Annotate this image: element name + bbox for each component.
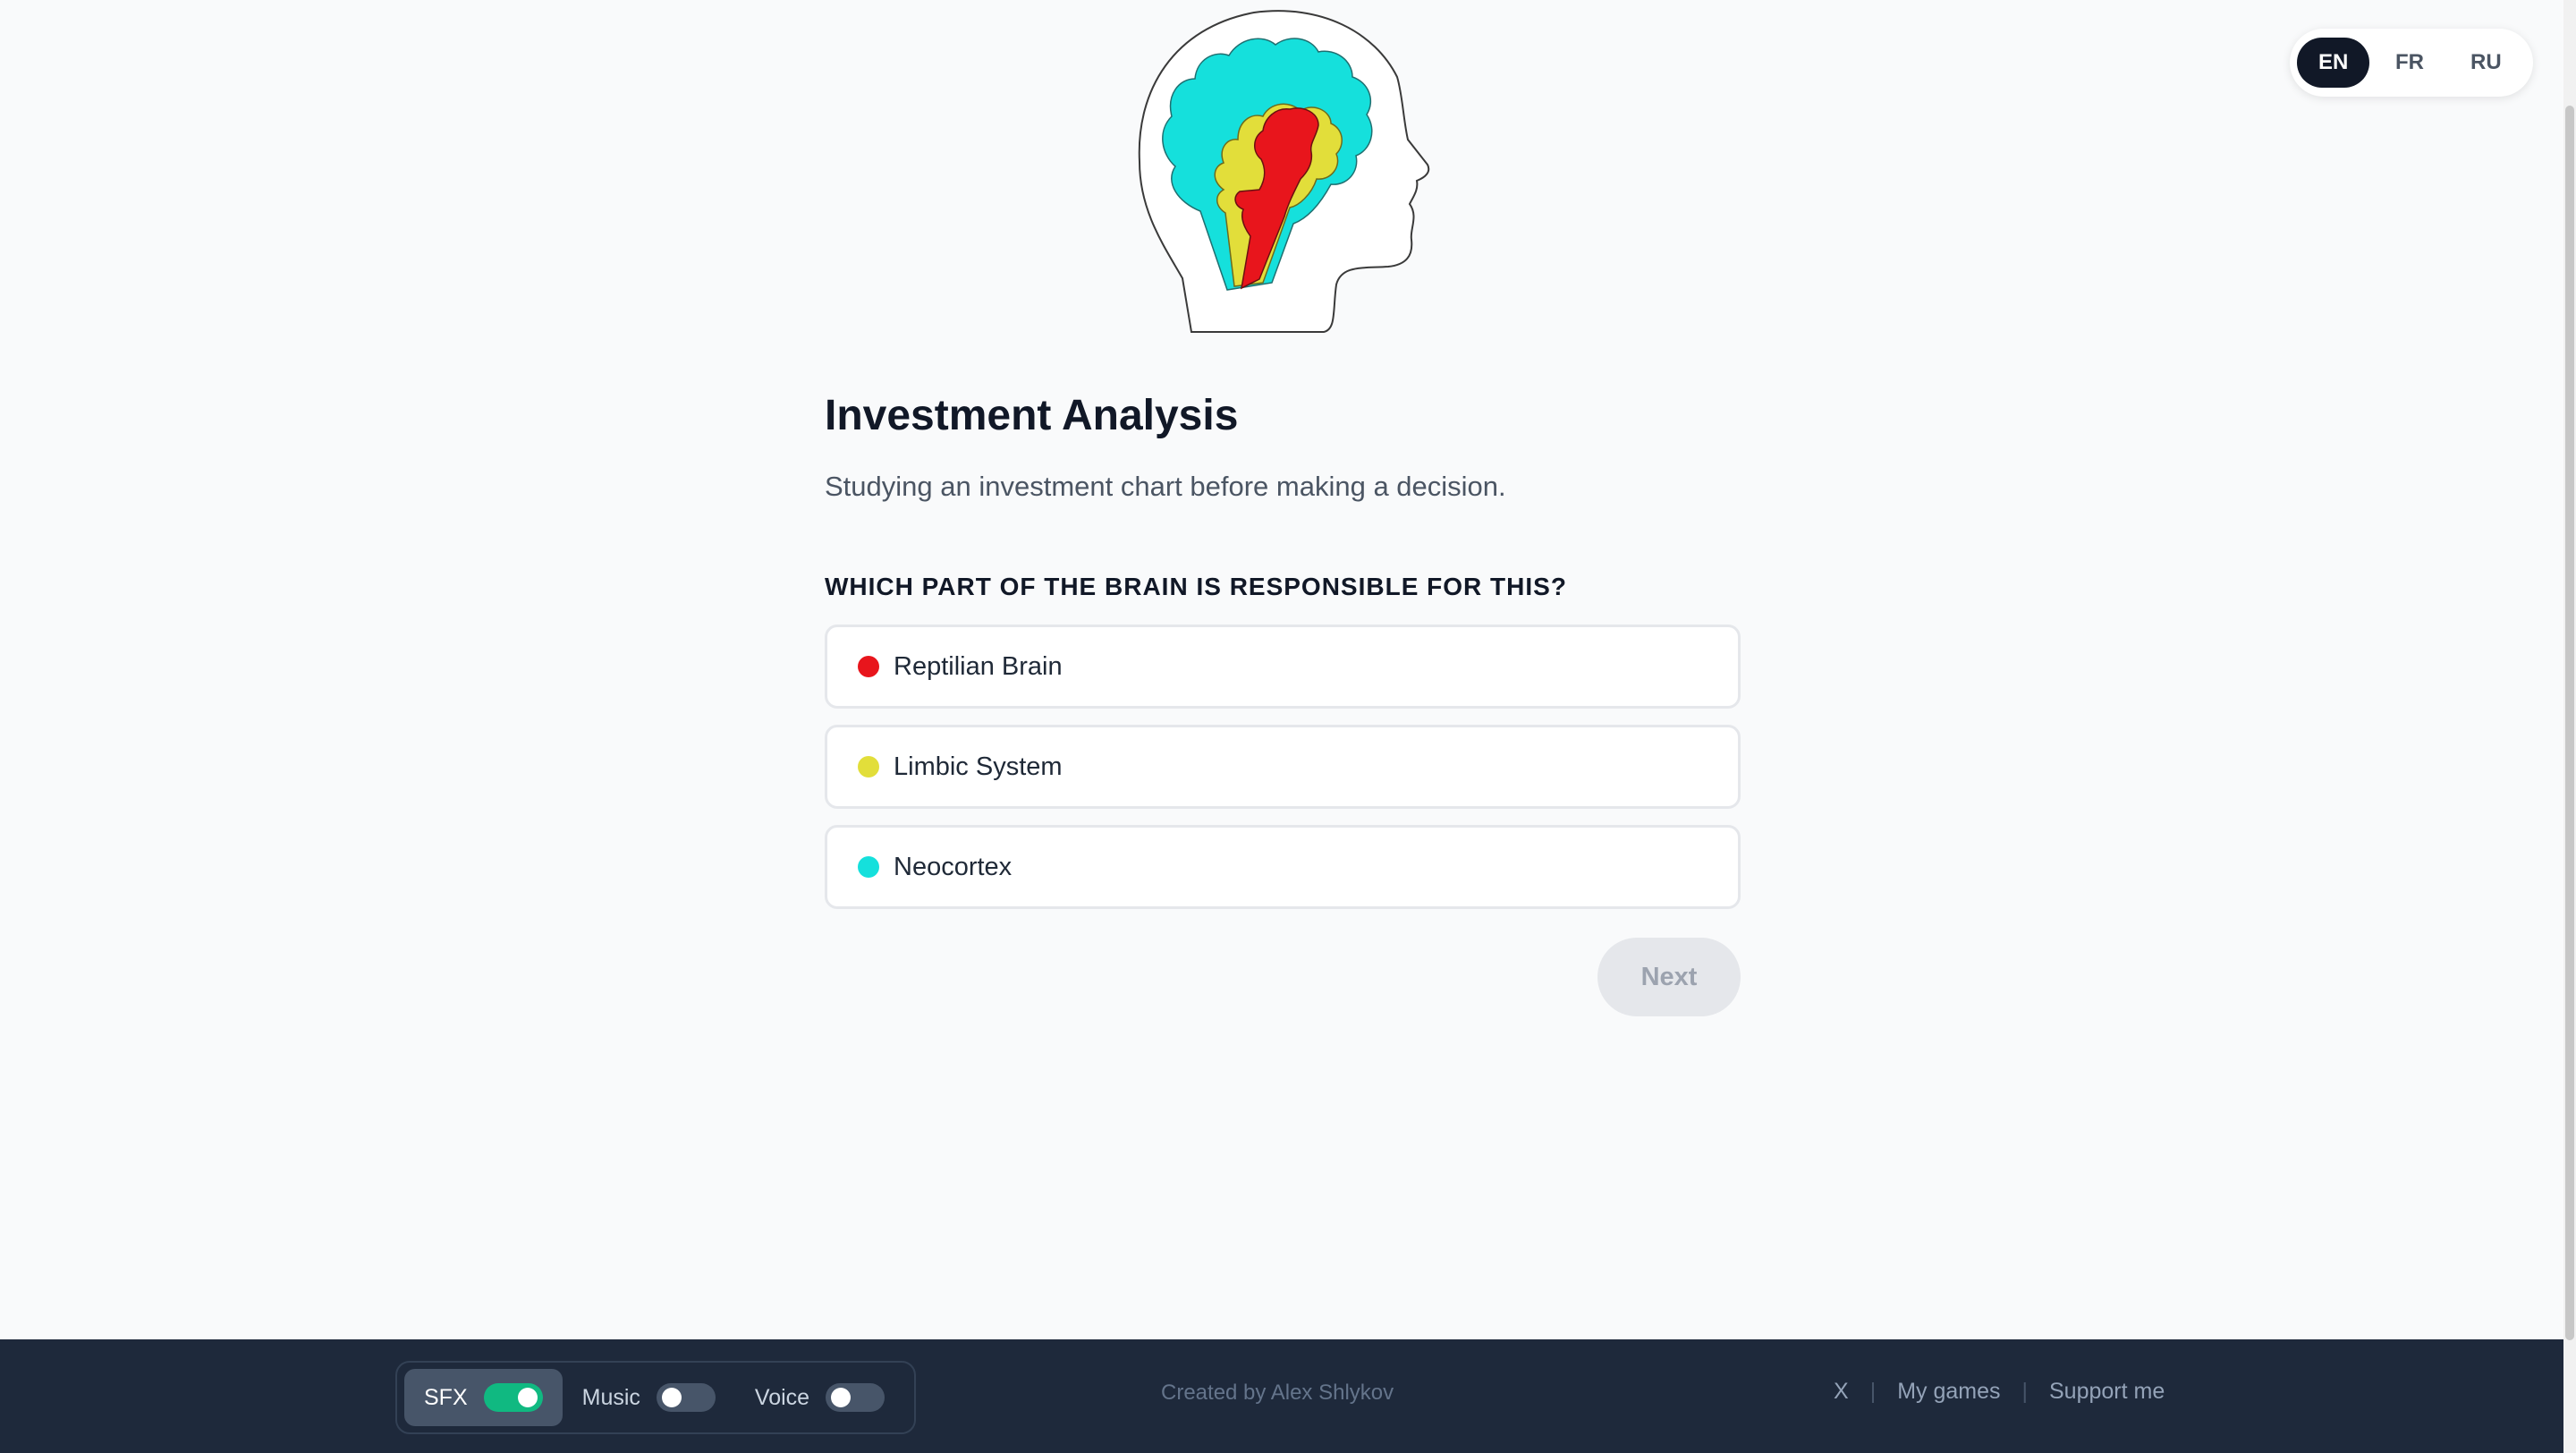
author-credit: Created by Alex Shlykov <box>1161 1381 1394 1405</box>
lang-button-fr[interactable]: FR <box>2373 38 2445 88</box>
voice-control[interactable]: Voice <box>735 1369 904 1426</box>
footer: SFX Music Voice Created by Alex Shlykov … <box>0 1339 2563 1453</box>
next-row: Next <box>825 938 1741 1016</box>
sfx-control[interactable]: SFX <box>404 1369 563 1426</box>
lang-button-ru[interactable]: RU <box>2450 38 2522 88</box>
option-label: Limbic System <box>894 752 1063 781</box>
scenario-description: Studying an investment chart before maki… <box>825 471 1506 502</box>
voice-label: Voice <box>754 1384 810 1410</box>
toggle-knob <box>517 1388 538 1407</box>
question-heading: WHICH PART OF THE BRAIN IS RESPONSIBLE F… <box>825 573 1567 600</box>
brain-head-illustration <box>1138 10 1430 333</box>
language-switch: EN FR RU <box>2290 29 2533 97</box>
limbic-color-dot <box>858 756 879 777</box>
option-label: Neocortex <box>894 852 1013 881</box>
scenario-title: Investment Analysis <box>825 392 1239 439</box>
toggle-knob <box>661 1388 682 1407</box>
lang-button-en[interactable]: EN <box>2297 38 2370 88</box>
sfx-label: SFX <box>424 1384 468 1410</box>
option-neocortex[interactable]: Neocortex <box>825 825 1741 909</box>
option-label: Reptilian Brain <box>894 651 1063 681</box>
reptilian-color-dot <box>858 656 879 677</box>
link-separator: | <box>2021 1379 2029 1404</box>
option-reptilian-brain[interactable]: Reptilian Brain <box>825 625 1741 709</box>
next-button[interactable]: Next <box>1597 938 1741 1016</box>
sfx-toggle[interactable] <box>483 1383 543 1412</box>
audio-controls: SFX Music Voice <box>395 1361 916 1434</box>
link-separator: | <box>1869 1379 1877 1404</box>
link-my-games[interactable]: My games <box>1897 1379 2000 1405</box>
voice-toggle[interactable] <box>826 1383 886 1412</box>
music-label: Music <box>581 1384 640 1410</box>
music-toggle[interactable] <box>656 1383 716 1412</box>
scrollbar-track[interactable] <box>2563 0 2576 1453</box>
toggle-knob <box>831 1388 852 1407</box>
link-support-me[interactable]: Support me <box>2049 1379 2165 1405</box>
footer-links: X | My games | Support me <box>1834 1379 2165 1405</box>
question-card: Investment Analysis Studying an investme… <box>825 385 1741 1016</box>
music-control[interactable]: Music <box>563 1369 735 1426</box>
scrollbar-thumb[interactable] <box>2565 106 2574 1340</box>
option-limbic-system[interactable]: Limbic System <box>825 725 1741 809</box>
neocortex-color-dot <box>858 856 879 878</box>
answer-options: Reptilian Brain Limbic System Neocortex <box>825 625 1741 909</box>
link-x[interactable]: X <box>1834 1379 1849 1405</box>
